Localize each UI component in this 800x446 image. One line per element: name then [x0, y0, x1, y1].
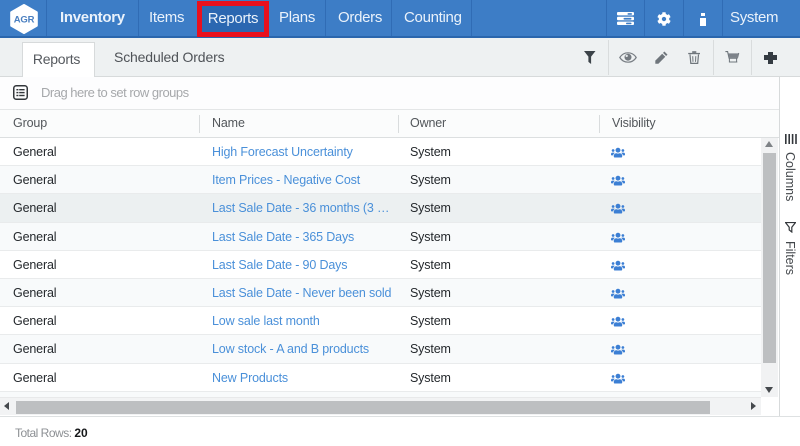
- svg-text:AGR: AGR: [14, 15, 35, 26]
